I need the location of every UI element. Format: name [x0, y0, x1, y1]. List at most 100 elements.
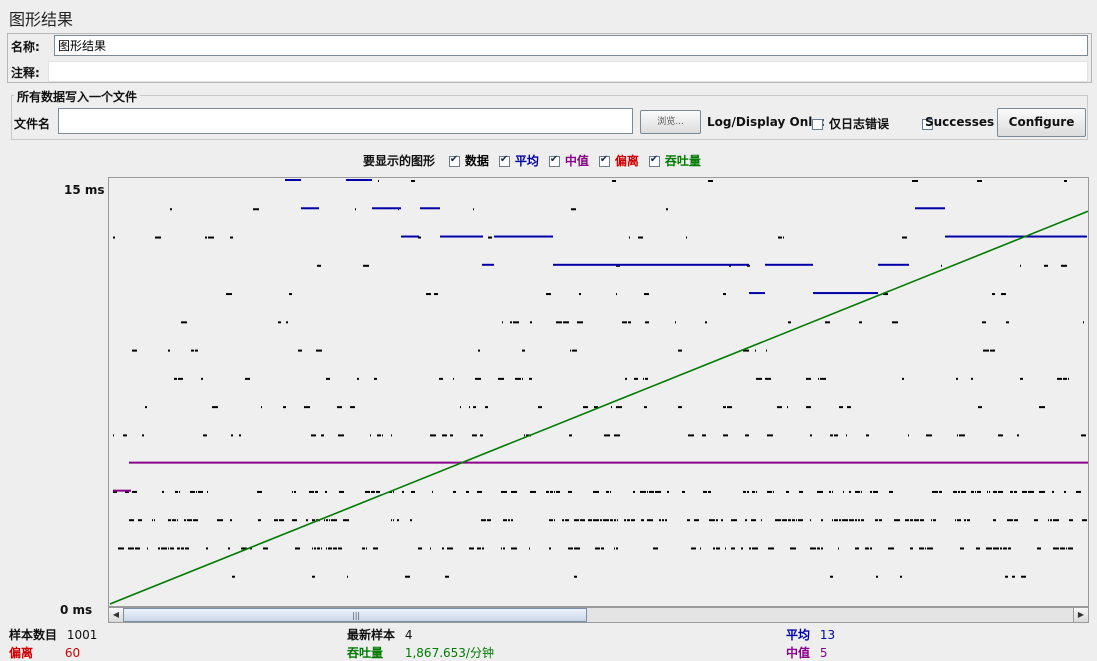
data-point — [830, 434, 833, 437]
data-point — [777, 406, 782, 409]
data-point — [442, 434, 447, 437]
data-point — [510, 321, 512, 324]
data-point — [912, 180, 918, 182]
data-point — [998, 434, 1003, 437]
data-point — [787, 406, 788, 409]
name-input[interactable] — [54, 35, 1088, 56]
data-point — [469, 406, 470, 409]
data-point — [920, 519, 924, 522]
legend-item-average[interactable]: 平均 — [498, 152, 539, 169]
data-point — [366, 547, 367, 550]
data-point — [205, 236, 207, 239]
scroll-thumb[interactable]: ||| — [123, 608, 587, 622]
data-point — [756, 490, 757, 493]
data-point — [410, 519, 412, 522]
data-point — [723, 293, 726, 296]
data-point — [278, 321, 281, 324]
browse-button[interactable]: 浏览... — [640, 110, 701, 134]
data-point — [838, 547, 839, 550]
data-point — [498, 377, 504, 380]
data-point — [601, 547, 604, 550]
filename-input[interactable] — [58, 108, 633, 134]
data-point — [502, 321, 503, 324]
data-point — [362, 547, 365, 550]
data-point — [418, 547, 422, 550]
y-axis-bottom-label: 0 ms — [60, 603, 93, 617]
data-point — [212, 406, 218, 409]
comment-input[interactable] — [48, 61, 1088, 82]
data-point — [393, 490, 394, 493]
horizontal-scrollbar[interactable]: ◀ ||| ▶ — [108, 607, 1089, 623]
data-point — [662, 519, 664, 522]
data-point — [475, 377, 481, 380]
scroll-right-arrow-icon[interactable]: ▶ — [1073, 608, 1088, 622]
data-point — [610, 519, 613, 522]
legend-item-data[interactable]: 数据 — [448, 152, 489, 169]
data-point — [825, 321, 830, 324]
data-point — [226, 293, 232, 296]
data-point — [925, 547, 926, 550]
data-point — [686, 236, 687, 239]
data-point — [258, 519, 261, 522]
errors-only-checkbox[interactable] — [812, 119, 823, 130]
data-point — [830, 575, 833, 578]
successes-label: Successes — [925, 115, 995, 129]
average-segment — [553, 263, 749, 266]
graph-plot-area — [108, 177, 1089, 607]
data-point — [986, 547, 992, 550]
data-point — [473, 208, 474, 211]
data-point — [524, 434, 525, 437]
data-point — [817, 490, 823, 493]
data-point — [571, 208, 576, 211]
data-point — [752, 547, 758, 550]
legend-checkbox-throughput[interactable] — [648, 154, 660, 167]
data-point — [865, 547, 869, 550]
legend-checkbox-median[interactable] — [548, 154, 560, 167]
data-point — [956, 377, 958, 380]
data-point — [190, 490, 195, 493]
data-point — [485, 406, 488, 409]
data-point — [782, 519, 787, 522]
data-point — [919, 547, 924, 550]
data-point — [562, 519, 564, 522]
data-point — [206, 547, 208, 550]
legend-item-median[interactable]: 中值 — [548, 152, 589, 169]
data-point — [162, 490, 164, 493]
data-point — [554, 490, 555, 493]
data-point — [477, 547, 481, 550]
data-point — [678, 349, 682, 352]
average-stat: 平均 13 — [786, 626, 835, 643]
data-point — [775, 519, 781, 522]
legend-item-deviation[interactable]: 偏离 — [598, 152, 639, 169]
data-point — [377, 434, 381, 437]
deviation-value: 60 — [64, 646, 81, 660]
data-point — [610, 490, 611, 493]
latest-sample-stat: 最新样本 4 — [347, 626, 412, 643]
scroll-left-arrow-icon[interactable]: ◀ — [109, 608, 124, 622]
legend-item-throughput[interactable]: 吞吐量 — [648, 152, 701, 169]
data-point — [257, 490, 262, 493]
comment-label: 注释: — [11, 66, 40, 80]
average-segment — [440, 235, 483, 238]
data-point — [727, 406, 732, 409]
average-segment — [482, 263, 494, 266]
data-point — [460, 406, 461, 409]
legend-checkbox-data[interactable] — [448, 154, 460, 167]
data-point — [900, 575, 902, 578]
legend-checkbox-deviation[interactable] — [598, 154, 610, 167]
data-point — [788, 519, 791, 522]
data-point — [208, 236, 214, 239]
data-point — [371, 490, 375, 493]
data-point — [311, 434, 316, 437]
data-point — [577, 321, 583, 324]
legend-checkbox-average[interactable] — [498, 154, 510, 167]
data-point — [645, 377, 648, 380]
data-point — [480, 434, 483, 437]
data-point — [1081, 434, 1086, 437]
data-point — [447, 547, 453, 550]
data-point — [478, 349, 480, 352]
data-point — [324, 519, 325, 522]
data-point — [373, 547, 378, 550]
data-point — [855, 547, 859, 550]
configure-button[interactable]: Configure — [997, 108, 1086, 137]
